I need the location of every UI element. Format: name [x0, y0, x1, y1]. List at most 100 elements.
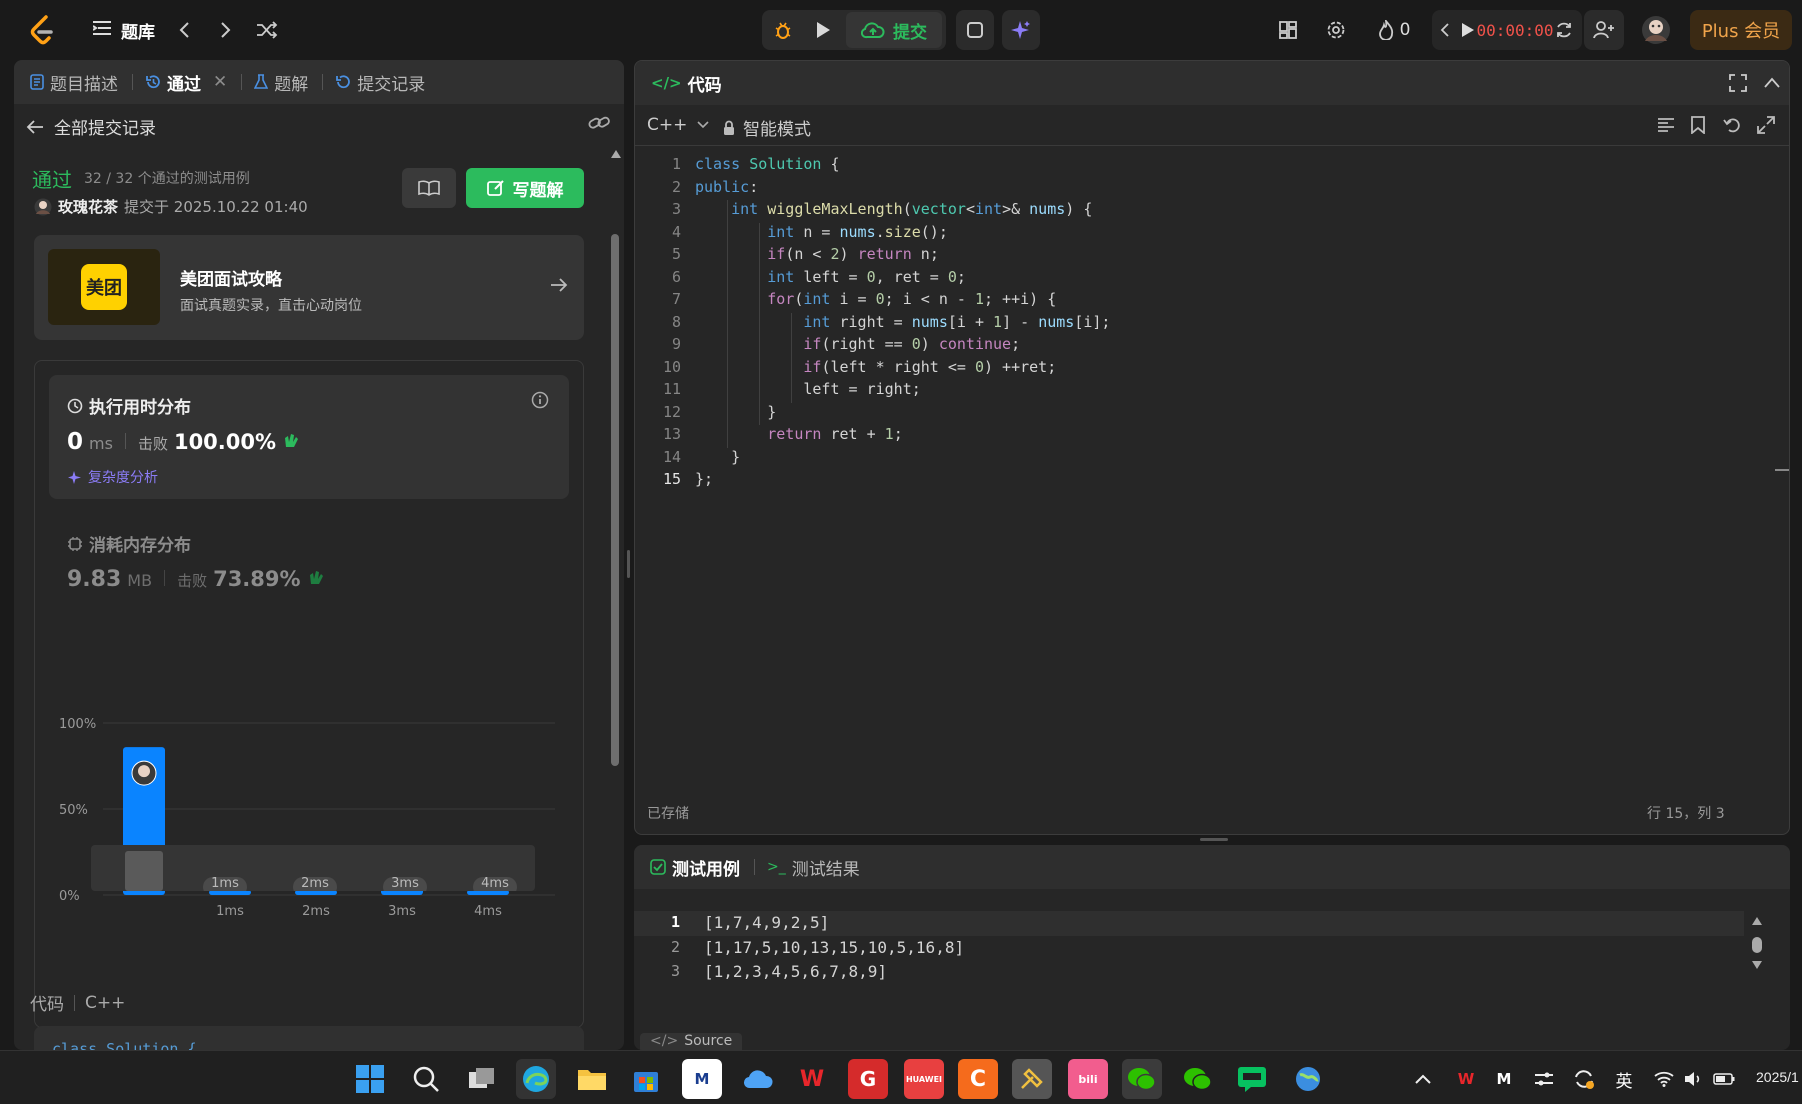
taskbar-huawei[interactable]: HUAWEI — [904, 1059, 944, 1099]
task-view-button[interactable] — [462, 1059, 502, 1099]
timer-play-button[interactable] — [1458, 12, 1478, 48]
format-button[interactable] — [1657, 117, 1675, 137]
taskbar-app-c[interactable]: C — [958, 1059, 998, 1099]
task-view-icon — [469, 1068, 494, 1088]
copy-link-button[interactable] — [588, 114, 610, 136]
debug-button[interactable] — [766, 12, 800, 48]
submitter-name[interactable]: 玫瑰花茶 — [58, 196, 118, 217]
settings-button[interactable] — [1318, 12, 1354, 48]
smart-mode-toggle[interactable]: 智能模式 — [723, 115, 811, 140]
prev-problem-button[interactable] — [172, 12, 196, 48]
random-problem-button[interactable] — [254, 12, 280, 48]
taskbar-file-explorer[interactable] — [572, 1059, 612, 1099]
scrollbar[interactable] — [610, 150, 621, 766]
slider-handle[interactable] — [125, 851, 163, 891]
taskbar-store[interactable] — [626, 1059, 666, 1099]
chart-range-slider[interactable]: 1ms 2ms 3ms 4ms — [91, 845, 535, 891]
taskbar-chat[interactable] — [1232, 1059, 1272, 1099]
taskbar-app-m[interactable]: M — [682, 1059, 722, 1099]
taskbar-globe[interactable] — [1288, 1059, 1328, 1099]
taskbar-app-g[interactable]: G — [848, 1059, 888, 1099]
vertical-splitter-handle[interactable] — [627, 550, 630, 578]
show-hidden-icons-button[interactable] — [1408, 1059, 1438, 1099]
battery-status[interactable] — [1710, 1059, 1738, 1099]
tray-wps[interactable]: W — [1452, 1059, 1480, 1099]
beats-label: 击败 — [177, 572, 208, 590]
streak-counter[interactable]: 0 — [1370, 12, 1418, 48]
ai-assistant-button[interactable] — [1004, 12, 1038, 48]
cursor-position: 行 15，列 3 — [1647, 806, 1725, 822]
code-editor[interactable]: 1 class Solution {2 public: 3 int wiggleMax… — [635, 155, 1775, 715]
write-solution-button[interactable]: 写题解 — [466, 168, 584, 208]
line-number: 9 — [671, 335, 681, 353]
language-value: C++ — [647, 115, 688, 135]
plus-membership-button[interactable]: Plus 会员 — [1690, 10, 1792, 50]
memory-title-row[interactable]: 消耗内存分布 — [67, 531, 191, 556]
tab-testcases[interactable]: 测试用例 — [650, 855, 740, 880]
close-icon[interactable]: ✕ — [213, 72, 227, 92]
source-button[interactable]: </> Source — [640, 1033, 743, 1050]
tab-testresults[interactable]: >_ 测试结果 — [767, 855, 860, 880]
tab-solutions[interactable]: 题解 — [254, 70, 308, 95]
promo-card[interactable]: 美团 美团面试攻略 面试真题实录，直击心动岗位 — [34, 235, 584, 340]
chevron-down-icon — [697, 121, 709, 129]
testcase-editor[interactable]: 1 [1,7,4,9,2,5] 2 [1,17,5,10,13,15,10,5,16,… — [634, 911, 1764, 991]
view-solution-book-button[interactable] — [402, 168, 456, 208]
fullscreen-button[interactable] — [1729, 74, 1747, 96]
info-icon[interactable] — [531, 391, 549, 413]
tab-accepted[interactable]: 通过 ✕ — [145, 70, 227, 95]
wifi-status[interactable] — [1650, 1059, 1678, 1099]
runtime-card[interactable]: 执行用时分布 0 ms 击败 100.00% 复杂度分析 — [49, 375, 569, 499]
tray-switch[interactable] — [1530, 1059, 1558, 1099]
note-button[interactable] — [958, 12, 992, 48]
folder-icon — [578, 1070, 606, 1090]
invite-button[interactable] — [1586, 12, 1622, 48]
input-language-indicator[interactable]: 英 — [1610, 1059, 1638, 1099]
submit-label: 提交 — [893, 22, 927, 43]
y-tick-label: 0% — [59, 889, 80, 904]
taskbar-app-tool[interactable] — [1012, 1059, 1052, 1099]
taskbar-wechat-active[interactable] — [1122, 1059, 1162, 1099]
taskbar-cloud[interactable] — [738, 1059, 778, 1099]
code-line: if(right == 0) continue; — [803, 335, 1021, 353]
bookmark-button[interactable] — [1691, 116, 1705, 138]
reset-code-button[interactable] — [1723, 116, 1741, 138]
tray-sync[interactable] — [1570, 1059, 1598, 1099]
left-panel: 题目描述 通过 ✕ 题解 提交记录 全部提交记录 通过 32 / 32 个通过的… — [14, 60, 624, 1050]
horizontal-splitter-handle[interactable] — [1200, 838, 1228, 841]
testcase-scrollbar[interactable] — [1750, 917, 1764, 975]
testcase-line: [1,7,4,9,2,5] — [704, 913, 830, 932]
layout-button[interactable] — [1270, 12, 1306, 48]
system-clock[interactable]: 2025/1 — [1756, 1069, 1799, 1085]
timer-collapse-button[interactable] — [1436, 12, 1454, 48]
search-icon — [413, 1066, 439, 1092]
promo-title: 美团面试攻略 — [180, 270, 282, 290]
next-problem-button[interactable] — [214, 12, 238, 48]
sync-icon — [1575, 1070, 1594, 1089]
tab-submissions[interactable]: 提交记录 — [335, 70, 425, 95]
leetcode-logo[interactable] — [24, 12, 60, 48]
run-button[interactable] — [806, 12, 840, 48]
tab-description[interactable]: 题目描述 — [30, 70, 118, 95]
problem-list-button[interactable]: 题库 — [84, 12, 164, 48]
collapse-panel-button[interactable] — [1763, 75, 1781, 94]
avatar-icon — [34, 198, 52, 215]
line-number: 14 — [662, 447, 681, 466]
taskbar-edge[interactable] — [516, 1059, 556, 1099]
back-to-all-submissions[interactable]: 全部提交记录 — [26, 114, 156, 139]
editor-scroll-marker[interactable] — [1775, 469, 1789, 471]
taskbar-wps[interactable]: W — [792, 1059, 832, 1099]
search-button[interactable] — [406, 1059, 446, 1099]
complexity-analysis-link[interactable]: 复杂度分析 — [67, 467, 158, 487]
submit-button[interactable]: 提交 — [846, 12, 942, 48]
taskbar-bilibili[interactable]: bili — [1068, 1059, 1108, 1099]
taskbar-wechat[interactable] — [1178, 1059, 1218, 1099]
tray-app-m[interactable]: M — [1490, 1059, 1518, 1099]
tab-code[interactable]: </> 代码 — [651, 71, 722, 96]
maximize-editor-button[interactable] — [1757, 116, 1775, 138]
start-button[interactable] — [350, 1059, 390, 1099]
language-select[interactable]: C++ — [647, 115, 709, 135]
user-avatar[interactable] — [1638, 12, 1674, 48]
timer-reset-button[interactable] — [1552, 12, 1576, 48]
volume-status[interactable] — [1680, 1059, 1708, 1099]
